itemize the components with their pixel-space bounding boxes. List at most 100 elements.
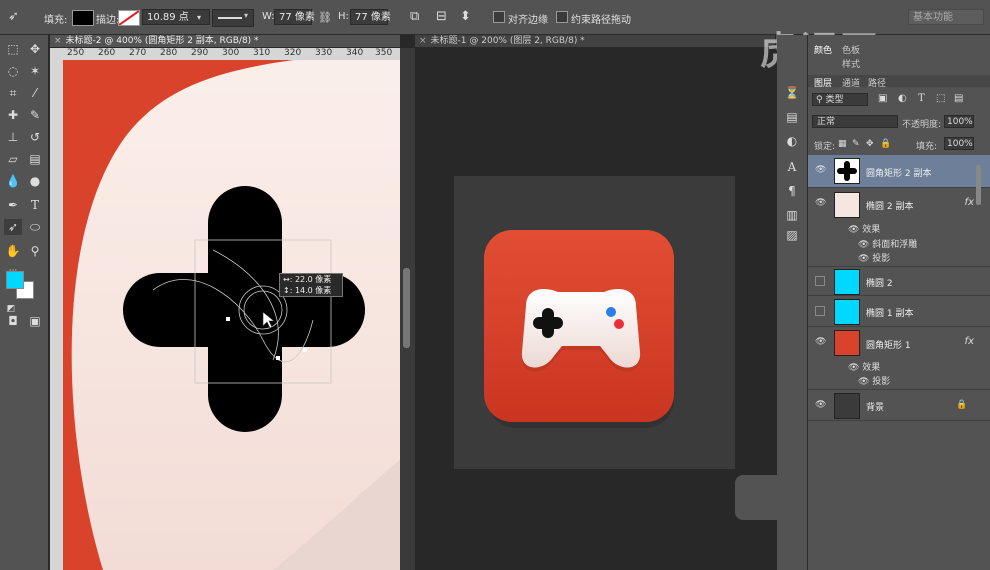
gradient-icon[interactable]: ▤ bbox=[26, 151, 44, 167]
eraser-icon[interactable]: ▱ bbox=[4, 151, 22, 167]
lasso-icon[interactable]: ◌ bbox=[4, 63, 22, 79]
eye-icon[interactable]: 👁 bbox=[848, 363, 862, 373]
artboard[interactable] bbox=[454, 176, 735, 469]
fx-icon[interactable]: fx bbox=[965, 336, 974, 347]
hand-icon[interactable]: ✋ bbox=[4, 243, 22, 259]
eye-icon[interactable]: 👁 bbox=[858, 377, 872, 387]
path-arrangement-icon[interactable]: ⬍ bbox=[460, 10, 471, 24]
fill-swatch[interactable] bbox=[72, 10, 94, 26]
lock-transparency-icon[interactable]: ▦ bbox=[838, 137, 847, 151]
move-icon[interactable]: ✥ bbox=[26, 41, 44, 57]
history-brush-icon[interactable]: ↺ bbox=[26, 129, 44, 145]
filter-smart-icon[interactable]: ▤ bbox=[954, 92, 963, 106]
fx-icon[interactable]: fx bbox=[965, 197, 974, 208]
layer-row[interactable]: 👁 圆角矩形 1 fx 👁 效果 👁 投影 bbox=[808, 327, 990, 390]
eye-icon[interactable]: 👁 bbox=[815, 165, 826, 175]
eye-icon[interactable]: 👁 bbox=[815, 400, 826, 410]
tab-paths[interactable]: 路径 bbox=[868, 76, 886, 89]
visibility-toggle[interactable] bbox=[815, 306, 825, 316]
pen-icon[interactable]: ✒ bbox=[4, 197, 22, 213]
constrain-path-checkbox[interactable] bbox=[556, 11, 568, 23]
close-icon[interactable]: × bbox=[415, 36, 431, 46]
chevron-down-icon: ▾ bbox=[244, 11, 249, 20]
width-input[interactable]: 77 像素 bbox=[274, 9, 315, 25]
type-icon[interactable]: T bbox=[26, 197, 44, 213]
properties-icon[interactable]: ▤ bbox=[783, 109, 801, 125]
vertical-scrollbar[interactable] bbox=[403, 268, 410, 348]
layer-filter-dropdown[interactable]: ⚲ 类型 bbox=[812, 93, 868, 106]
blend-mode-dropdown[interactable]: 正常 bbox=[812, 115, 898, 128]
marquee-icon[interactable]: ⬚ bbox=[4, 41, 22, 57]
layers-scrollbar[interactable] bbox=[976, 165, 981, 205]
layers-tab-bar: 图层 通道 路径 bbox=[808, 75, 990, 89]
filter-shape-icon[interactable]: ⬚ bbox=[936, 92, 945, 106]
layer-row[interactable]: 👁 圆角矩形 2 副本 bbox=[808, 155, 990, 188]
magic-wand-icon[interactable]: ✶ bbox=[26, 63, 44, 79]
eye-icon[interactable]: 👁 bbox=[815, 337, 826, 347]
layer-row[interactable]: 👁 椭圆 2 副本 fx 👁 效果 👁 斜面和浮雕 👁 投影 bbox=[808, 188, 990, 267]
history-icon[interactable]: ⏳ bbox=[783, 85, 801, 101]
anchor-point[interactable] bbox=[226, 317, 230, 321]
link-icon[interactable]: ⛓ bbox=[318, 11, 332, 25]
ellipse-shape-icon[interactable]: ⬭ bbox=[26, 219, 44, 235]
lock-icon: 🔒 bbox=[956, 400, 968, 410]
eye-icon[interactable]: 👁 bbox=[858, 254, 872, 264]
tab-document-1[interactable]: × 未标题-1 @ 200% (图层 2, RGB/8) * bbox=[415, 35, 775, 47]
tab-layers[interactable]: 图层 bbox=[814, 76, 832, 89]
layer-row[interactable]: 椭圆 2 bbox=[808, 267, 990, 296]
path-alignment-icon[interactable]: ⊟ bbox=[436, 10, 447, 24]
eye-icon[interactable]: 👁 bbox=[858, 240, 872, 250]
fill-input[interactable]: 100% bbox=[944, 137, 974, 150]
healing-brush-icon[interactable]: ✚ bbox=[4, 107, 22, 123]
styles-icon[interactable]: ▨ bbox=[783, 227, 801, 243]
stroke-swatch[interactable] bbox=[118, 10, 140, 26]
screen-mode-icon[interactable]: ▣ bbox=[26, 313, 44, 329]
eye-icon[interactable]: 👁 bbox=[848, 225, 862, 235]
layer-row[interactable]: 👁 背景 🔒 bbox=[808, 390, 990, 421]
effect-drop-shadow[interactable]: 👁 投影 bbox=[858, 251, 890, 264]
chevron-down-icon[interactable]: ▾ bbox=[197, 11, 201, 25]
lock-pixels-icon[interactable]: ✎ bbox=[852, 137, 860, 151]
align-edges-checkbox[interactable] bbox=[493, 11, 505, 23]
effect-drop-shadow[interactable]: 👁 投影 bbox=[858, 374, 890, 387]
opacity-input[interactable]: 100% bbox=[944, 115, 974, 128]
filter-pixel-icon[interactable]: ▣ bbox=[878, 92, 887, 106]
lock-all-icon[interactable]: 🔒 bbox=[880, 137, 891, 151]
path-operations-icon[interactable]: ⧉ bbox=[410, 10, 419, 24]
height-input[interactable]: 77 像素 bbox=[350, 9, 391, 25]
workspace-dropdown[interactable]: 基本功能 bbox=[908, 9, 984, 25]
path-selection-icon[interactable]: ➶ bbox=[4, 219, 22, 235]
character-icon[interactable]: A bbox=[783, 159, 801, 175]
document-canvas-zoomed[interactable]: ↔: 22.0 像素 ↕: 14.0 像素 bbox=[63, 60, 400, 570]
eye-icon[interactable]: 👁 bbox=[815, 198, 826, 208]
foreground-color-swatch[interactable] bbox=[6, 271, 24, 289]
tab-channels[interactable]: 通道 bbox=[842, 76, 860, 89]
adjustments-icon[interactable]: ◐ bbox=[783, 133, 801, 149]
filter-type-icon[interactable]: T bbox=[918, 92, 925, 106]
paragraph-icon[interactable]: ¶ bbox=[783, 183, 801, 199]
game-app-icon bbox=[484, 230, 674, 428]
effect-bevel-emboss[interactable]: 👁 斜面和浮雕 bbox=[858, 237, 917, 250]
filter-adjustment-icon[interactable]: ◐ bbox=[898, 92, 907, 106]
zoom-icon[interactable]: ⚲ bbox=[26, 243, 44, 259]
dodge-icon[interactable]: ● bbox=[26, 173, 44, 189]
layer-row[interactable]: 椭圆 1 副本 bbox=[808, 296, 990, 327]
tab-styles[interactable]: 样式 bbox=[842, 57, 860, 70]
tab-color[interactable]: 颜色 bbox=[814, 43, 832, 56]
eyedropper-icon[interactable]: ⁄ bbox=[26, 85, 44, 101]
anchor-point[interactable] bbox=[276, 356, 280, 360]
blur-icon[interactable]: 💧 bbox=[4, 173, 22, 189]
stroke-type-dropdown[interactable]: ▾ bbox=[212, 9, 254, 27]
libraries-icon[interactable]: ▥ bbox=[783, 207, 801, 223]
quick-mask-icon[interactable]: ◘ bbox=[4, 313, 22, 329]
path-select-tool-icon[interactable]: ➶ bbox=[8, 10, 19, 24]
visibility-toggle[interactable] bbox=[815, 276, 825, 286]
tab-swatches[interactable]: 色板 bbox=[842, 43, 860, 56]
brush-icon[interactable]: ✎ bbox=[26, 107, 44, 123]
clone-stamp-icon[interactable]: ⊥ bbox=[4, 129, 22, 145]
close-icon[interactable]: × bbox=[50, 36, 66, 46]
crop-icon[interactable]: ⌗ bbox=[4, 85, 22, 101]
lock-position-icon[interactable]: ✥ bbox=[866, 137, 874, 151]
anchor-point[interactable] bbox=[303, 348, 307, 352]
tab-document-2[interactable]: × 未标题-2 @ 400% (圆角矩形 2 副本, RGB/8) * bbox=[50, 35, 400, 47]
